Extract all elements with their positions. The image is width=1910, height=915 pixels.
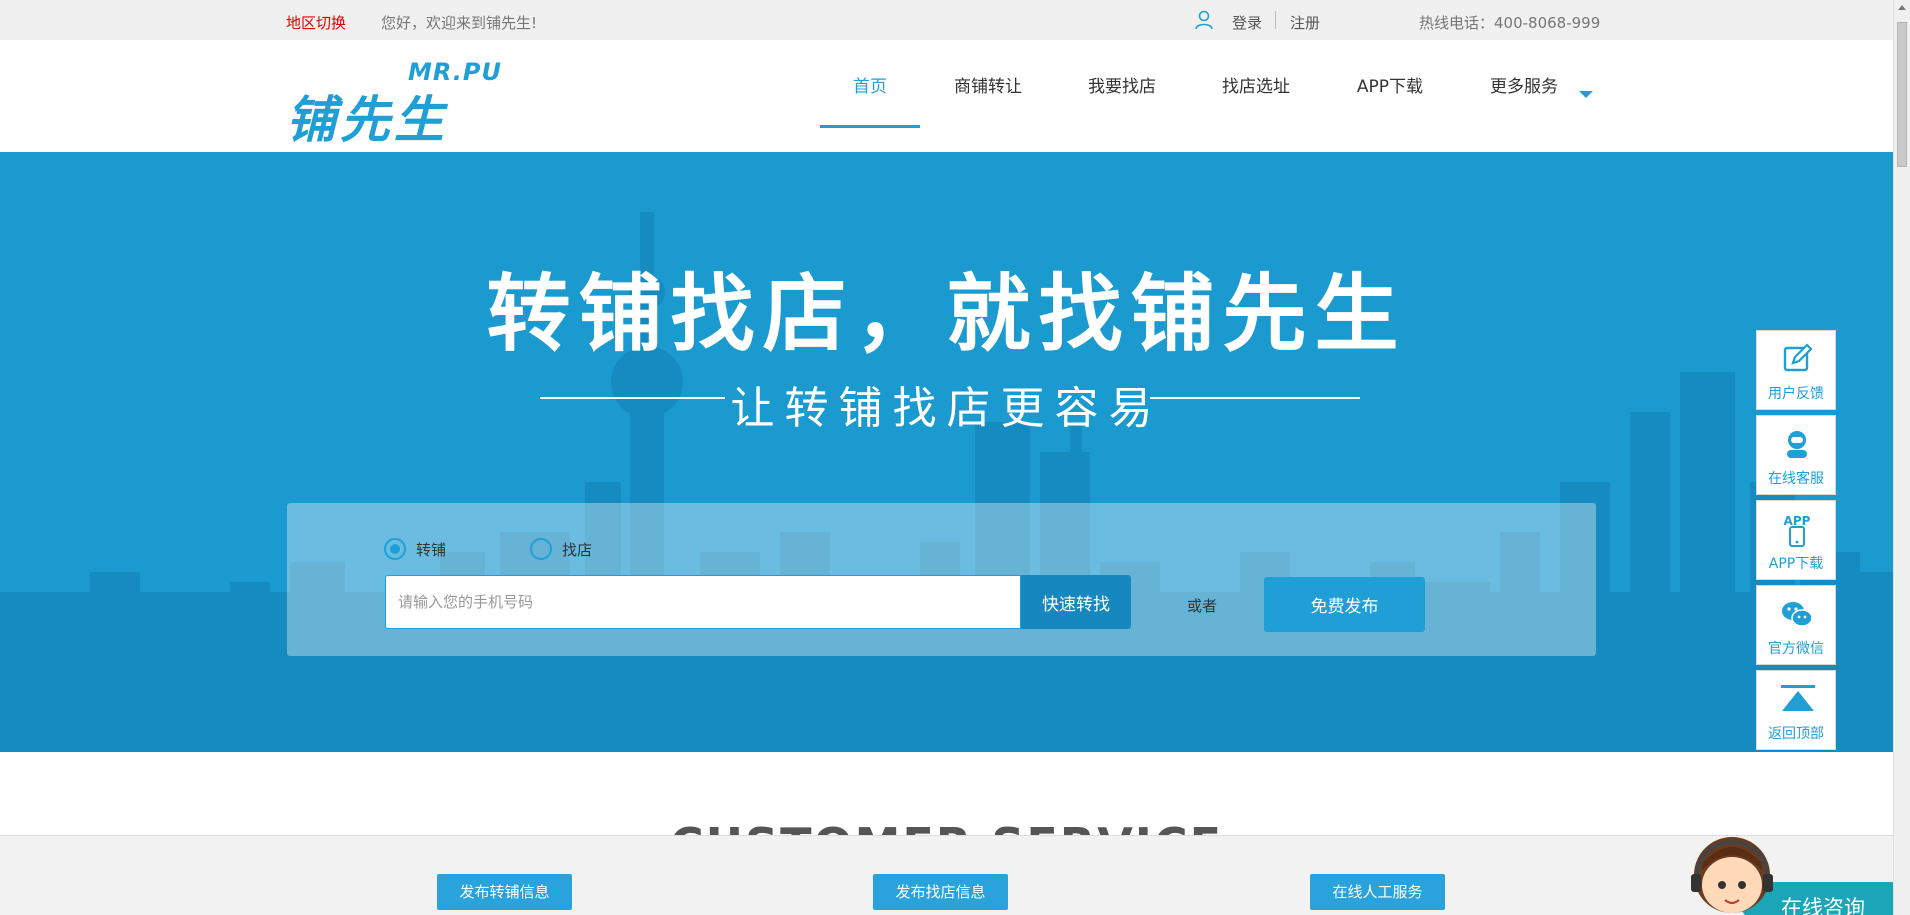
logo-cn: 铺先生: [286, 91, 448, 149]
phone-app-icon: APP: [1784, 514, 1811, 547]
back-to-top-icon: [1781, 685, 1815, 711]
header: MR.PU 铺先生 首页 商铺转让 我要找店 找店选址 APP下载 更多服务: [0, 40, 1893, 152]
hotline-text: 热线电话：400-8068-999: [1419, 14, 1601, 32]
welcome-text: 您好，欢迎来到铺先生!: [381, 14, 538, 32]
tool-label: 官方微信: [1768, 641, 1824, 657]
hero-subtitle: 让转铺找店更容易: [730, 383, 1163, 434]
or-text: 或者: [1187, 597, 1218, 615]
quick-transfer-button[interactable]: 快速转找: [1021, 575, 1131, 629]
app-download-tool[interactable]: APP APP下载: [1756, 500, 1836, 580]
vertical-scrollbar[interactable]: [1893, 0, 1910, 915]
manual-service-button[interactable]: 在线人工服务: [1310, 874, 1445, 910]
radio-find[interactable]: 找店: [530, 538, 592, 560]
tool-label: 用户反馈: [1768, 386, 1824, 402]
customer-service-icon: [1787, 431, 1807, 458]
customer-service-tool[interactable]: 在线客服: [1756, 415, 1836, 495]
radio-transfer[interactable]: 转铺: [384, 538, 446, 560]
publish-transfer-button[interactable]: 发布转铺信息: [437, 874, 572, 910]
search-panel: 转铺 找店 快速转找 或者 免费发布: [287, 503, 1596, 656]
city-skyline-illustration: [0, 212, 1893, 752]
wechat-tool[interactable]: 官方微信: [1756, 585, 1836, 665]
nav-item-app-download[interactable]: APP下载: [1356, 40, 1424, 152]
region-switch-link[interactable]: 地区切换: [286, 12, 346, 33]
nav-item-site-selection[interactable]: 找店选址: [1222, 40, 1290, 152]
scroll-up-icon[interactable]: [1898, 5, 1906, 10]
page: 地区切换 您好，欢迎来到铺先生! 登录 注册 热线电话：400-8068-999…: [0, 0, 1910, 915]
edit-icon: [1783, 343, 1813, 372]
nav-label: 找店选址: [1222, 77, 1290, 97]
radio-checked-icon: [384, 538, 406, 560]
consult-label: 在线咨询: [1781, 896, 1865, 915]
top-bar: 地区切换 您好，欢迎来到铺先生! 登录 注册 热线电话：400-8068-999: [0, 0, 1893, 40]
tool-label: 在线客服: [1768, 471, 1824, 487]
hero-banner: 转铺找店，就找铺先生 让转铺找店更容易 转铺 找店 快速转找 或者 免费发布: [0, 152, 1893, 752]
register-link[interactable]: 注册: [1290, 12, 1320, 33]
avatar-headset-icon: [1691, 837, 1773, 913]
divider: [1275, 11, 1276, 29]
feedback-tool[interactable]: 用户反馈: [1756, 330, 1836, 410]
nav-label: 商铺转让: [954, 77, 1022, 97]
tool-label: APP下载: [1768, 556, 1824, 572]
online-consult-widget[interactable]: 在线咨询: [1685, 830, 1900, 915]
radio-unchecked-icon: [530, 538, 552, 560]
nav-item-shop-transfer[interactable]: 商铺转让: [954, 40, 1022, 152]
svg-text:APP: APP: [1784, 514, 1811, 528]
nav-label: 首页: [853, 77, 887, 97]
nav-label: APP下载: [1356, 77, 1424, 97]
chevron-down-icon: [1579, 91, 1593, 98]
nav-item-home[interactable]: 首页: [820, 40, 920, 152]
back-to-top-tool[interactable]: 返回顶部: [1756, 670, 1836, 750]
scroll-thumb[interactable]: [1897, 22, 1907, 167]
hero-title: 转铺找店，就找铺先生: [486, 265, 1407, 363]
nav-item-more-services[interactable]: 更多服务: [1490, 40, 1593, 152]
tool-label: 返回顶部: [1768, 726, 1824, 742]
phone-input[interactable]: [385, 575, 1021, 629]
login-link[interactable]: 登录: [1232, 12, 1262, 33]
publish-find-button[interactable]: 发布找店信息: [873, 874, 1008, 910]
wechat-icon: [1782, 602, 1813, 627]
nav-item-find-shop[interactable]: 我要找店: [1088, 40, 1156, 152]
nav-label: 更多服务: [1490, 77, 1558, 97]
user-icon: [1195, 10, 1213, 30]
nav-label: 我要找店: [1088, 77, 1156, 97]
main-nav: 首页 商铺转让 我要找店 找店选址 APP下载 更多服务: [820, 40, 1593, 152]
free-publish-button[interactable]: 免费发布: [1264, 577, 1425, 632]
side-toolbar: 用户反馈 在线客服 APP APP下载 官方微信 返回顶部: [1756, 330, 1836, 755]
logo[interactable]: MR.PU 铺先生: [286, 58, 506, 149]
radio-label: 转铺: [416, 540, 447, 559]
bottom-action-bar: 发布转铺信息 发布找店信息 在线人工服务: [0, 835, 1893, 915]
radio-label: 找店: [562, 540, 593, 559]
